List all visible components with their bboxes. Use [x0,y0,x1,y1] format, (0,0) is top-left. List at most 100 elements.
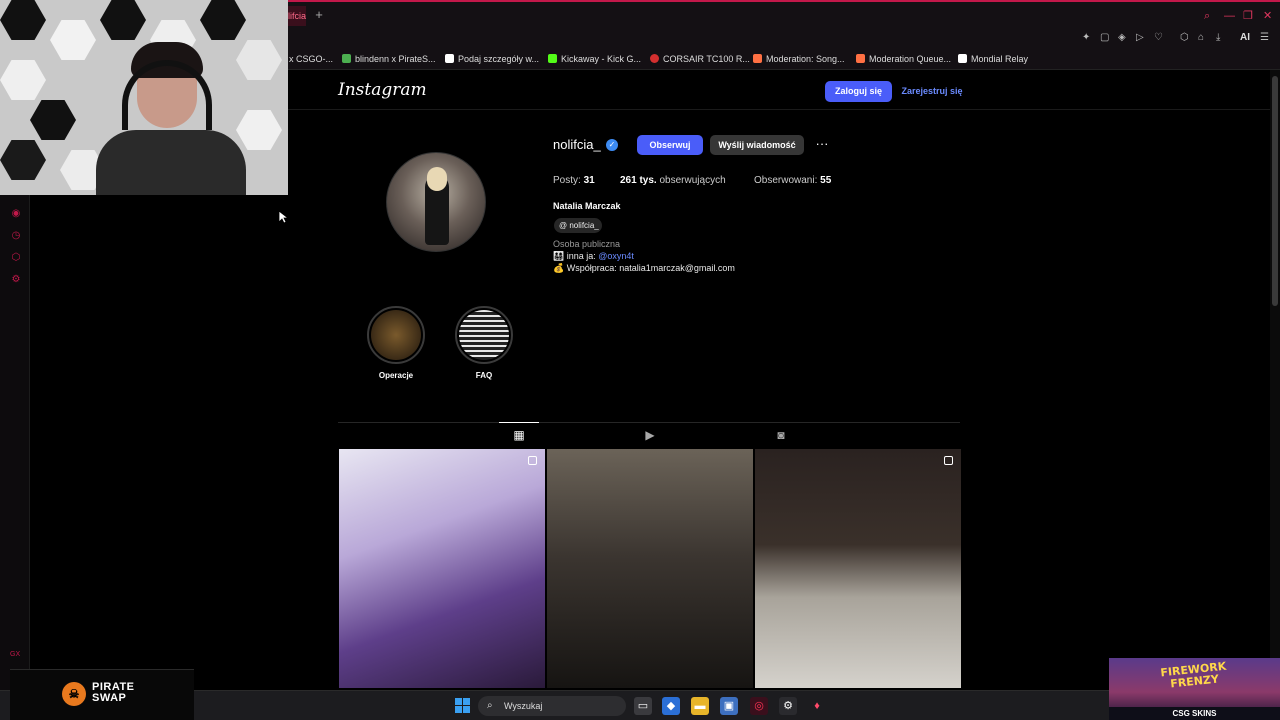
bio-line: 💰 Współpraca: natalia1marczak@gmail.com [553,263,735,273]
play-icon[interactable]: ▷ [1136,31,1144,45]
bio-line: 👨‍👩‍👧‍👦 inna ja: @oxyn4t [553,251,634,261]
shield-icon[interactable]: ◈ [1118,31,1126,45]
profile-avatar[interactable] [386,152,486,252]
snapshot-icon[interactable]: ▢ [1100,31,1109,45]
gx-logo-icon: GX [10,651,21,658]
settings-icon[interactable]: ⚙ [10,274,22,286]
minimize-icon[interactable]: — [1224,9,1235,23]
copilot-icon[interactable]: ◆ [662,697,680,715]
windows-start-icon[interactable] [455,698,470,713]
instagram-page: Instagram Zaloguj się Zarejestruj się no… [288,70,1270,688]
highlight-operacje[interactable]: Operacje [366,306,426,380]
hex-tile [100,0,146,40]
bookmark-item[interactable]: Moderation: Song... [753,52,845,66]
register-button[interactable]: Zarejestruj się [900,81,964,102]
task-view-icon[interactable]: ▭ [634,697,652,715]
profile-category: Osoba publiczna [553,239,621,249]
follow-button[interactable]: Obserwuj [637,135,703,155]
reels-tab-icon[interactable]: ▶ [630,423,670,450]
bookmark-favicon [650,54,659,63]
threads-icon: @ [559,221,568,230]
hex-tile [50,20,96,60]
multi-post-icon [528,456,537,465]
posts-grid [339,449,961,688]
history-icon[interactable]: ◷ [10,230,22,242]
search-tabs-icon[interactable]: ⌕ [1204,9,1210,23]
mouse-cursor-icon [278,210,288,224]
highlight-cover [371,310,421,360]
taskbar-search[interactable]: ⌕ Wyszukaj [478,696,626,716]
highlight-ring [367,306,425,364]
followers-count[interactable]: 261 tys. obserwujących [620,175,726,186]
steam-icon[interactable]: ⚙ [779,697,797,715]
login-button[interactable]: Zaloguj się [825,81,892,102]
bookmark-favicon [548,54,557,63]
extensions-icon[interactable]: ⬡ [10,252,22,264]
profile-full-name: Natalia Marczak [553,201,621,211]
instagram-logo[interactable]: Instagram [338,80,427,100]
bookmark-item[interactable]: CORSAIR TC100 R... [650,52,750,66]
threads-link[interactable]: @ nolifcia_ [554,218,602,233]
bookmark-favicon [342,54,351,63]
wallet-icon[interactable]: ⌂ [1198,31,1204,45]
bookmark-favicon [856,54,865,63]
screen: lifcia + ⌕ — ❐ ✕ ✦ ▢ ◈ ▷ ♡ ⬡ ⌂ ⤓ AI ☰ x … [0,0,1280,720]
close-icon[interactable]: ✕ [1263,9,1272,23]
bookmark-favicon [958,54,967,63]
file-explorer-icon[interactable]: ▬ [691,697,709,715]
verified-badge-icon: ✓ [606,139,618,151]
bookmark-item[interactable]: Kickaway - Kick G... [548,52,641,66]
instagram-header: Instagram Zaloguj się Zarejestruj się [288,70,1270,110]
profile-username: nolifcia_ [553,137,601,152]
player-icon[interactable]: ◉ [10,208,22,220]
bookmark-item[interactable]: Mondial Relay [958,52,1028,66]
pirateswap-sponsor: ☠ PIRATE SWAP [10,669,194,720]
hex-tile [30,100,76,140]
sponsor-brand: CSG SKINS [1109,707,1280,720]
opera-gx-icon[interactable]: ◎ [750,697,768,715]
more-options-icon[interactable]: ··· [812,135,832,155]
posts-grid-tab-icon[interactable]: ▦ [499,422,539,449]
highlight-faq[interactable]: FAQ [454,306,514,380]
bookmark-item[interactable]: blindenn x PirateS... [342,52,436,66]
send-message-button[interactable]: Wyślij wiadomość [710,135,804,155]
bio-mention-link[interactable]: @oxyn4t [598,251,634,261]
store-icon[interactable]: ▣ [720,697,738,715]
csgoskins-sponsor: FIREWORK FRENZY CSG SKINS [1109,658,1280,720]
highlight-cover [459,310,509,360]
following-count[interactable]: Obserwowani: 55 [754,175,831,186]
new-tab-button[interactable]: + [312,8,326,22]
extensions-icon[interactable]: ⬡ [1180,31,1189,45]
tagged-tab-icon[interactable]: ◙ [761,423,801,450]
avatar-hair [427,167,447,191]
bookmark-favicon [753,54,762,63]
bookmark-favicon [445,54,454,63]
post-thumbnail[interactable] [547,449,753,688]
profile-tabs: ▦ ▶ ◙ [338,422,960,449]
ai-button[interactable]: AI [1240,31,1250,45]
multi-post-icon [944,456,953,465]
pirate-logo-icon: ☠ [62,682,86,706]
search-icon: ⌕ [487,700,493,711]
scrollbar-thumb[interactable] [1272,76,1278,306]
promo-title: FIREWORK FRENZY [1159,659,1227,691]
webcam-overlay [0,0,288,195]
app-pin-icon[interactable]: ♦ [808,697,826,715]
hex-tile [200,0,246,40]
bookmark-item[interactable]: Moderation Queue... [856,52,951,66]
browser-sidebar: ◉ ◷ ⬡ ⚙ [0,195,30,690]
bookmark-item[interactable]: x CSGO-... [289,52,333,66]
page-scrollbar[interactable] [1270,70,1280,688]
highlight-ring [455,306,513,364]
posts-count: Posty: 31 [553,175,595,186]
download-icon[interactable]: ⤓ [1216,31,1220,45]
bookmark-item[interactable]: Podaj szczegóły w... [445,52,539,66]
hex-tile [0,0,46,40]
heart-icon[interactable]: ♡ [1154,31,1163,45]
post-thumbnail[interactable] [755,449,961,688]
post-thumbnail[interactable] [339,449,545,688]
maximize-icon[interactable]: ❐ [1243,9,1253,23]
menu-icon[interactable]: ☰ [1260,31,1269,45]
hex-tile [236,40,282,80]
bookmark-icon[interactable]: ✦ [1082,31,1090,45]
